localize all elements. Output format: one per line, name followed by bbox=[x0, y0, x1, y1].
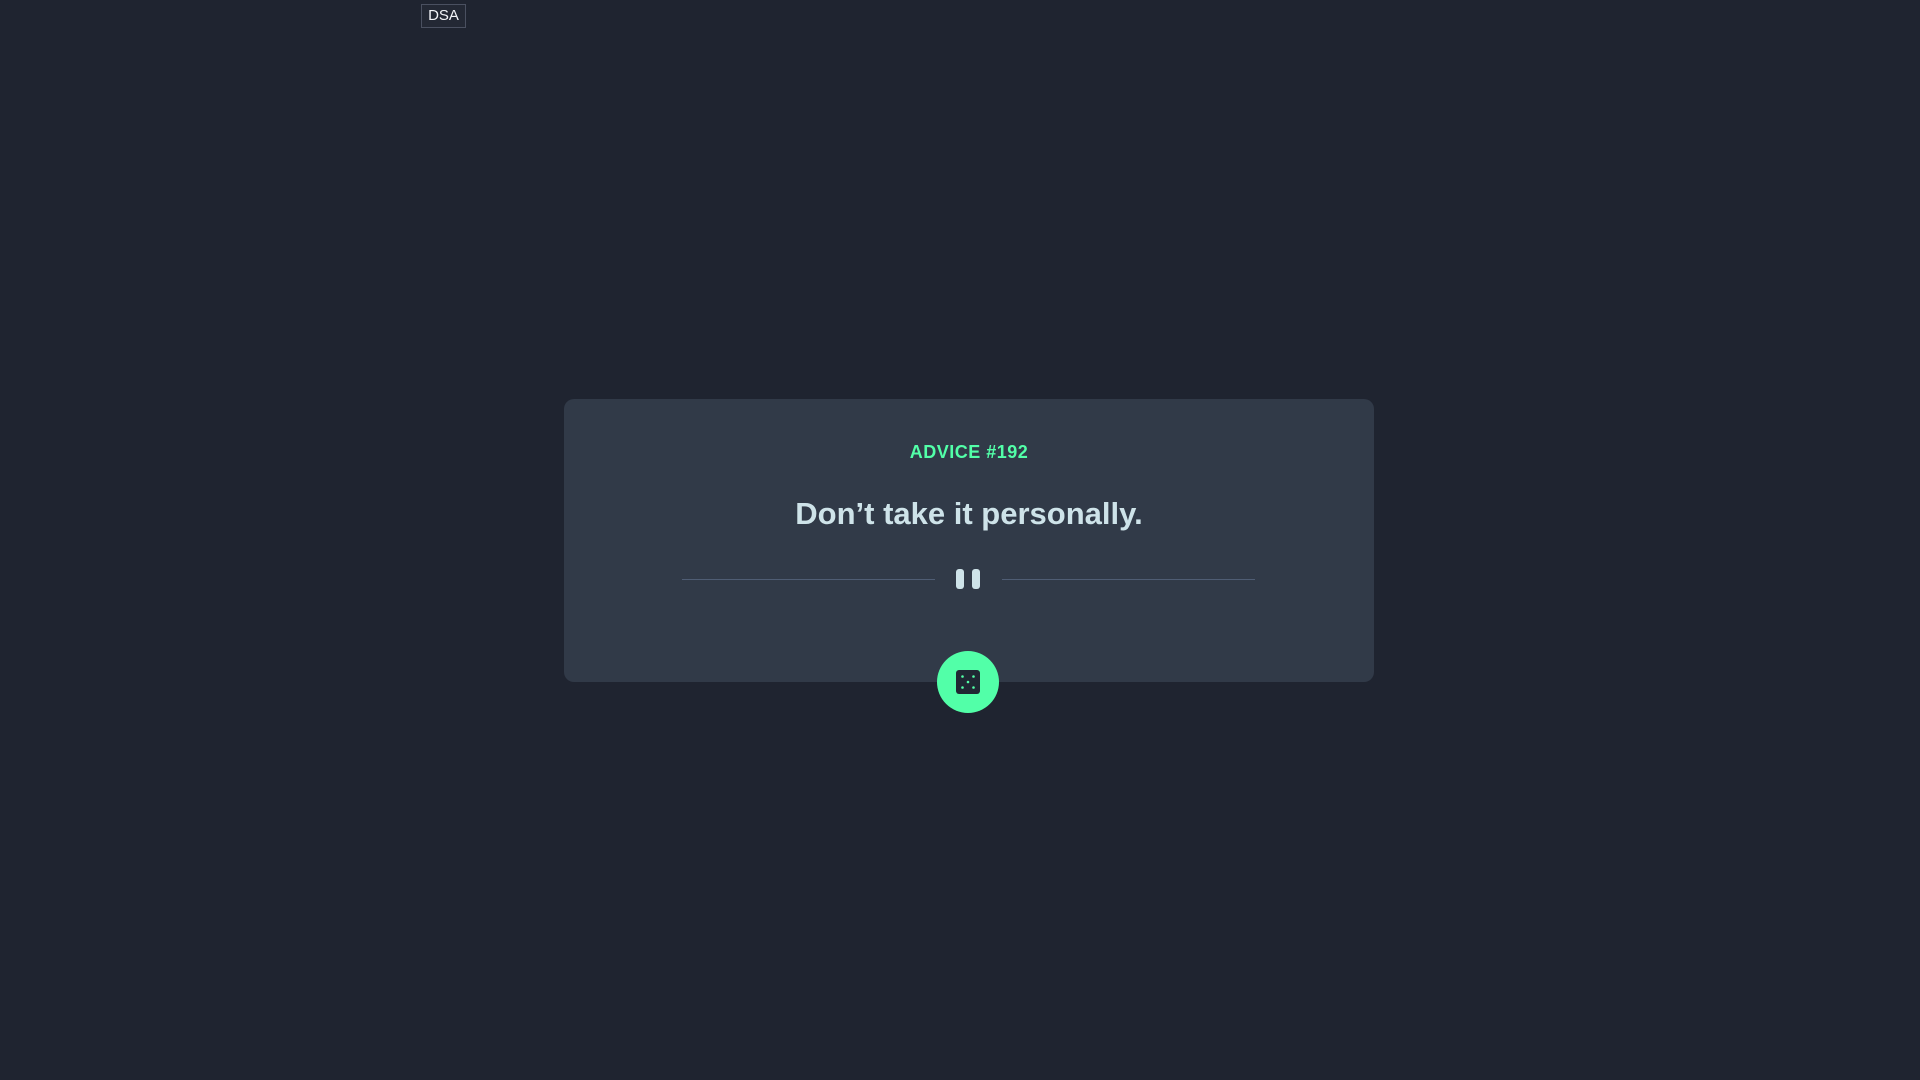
divider-line-right bbox=[1002, 579, 1255, 580]
divider-line-left bbox=[682, 579, 935, 580]
dice-icon bbox=[956, 670, 980, 694]
dsa-badge: DSA bbox=[421, 4, 466, 28]
dice-button[interactable] bbox=[937, 651, 999, 713]
advice-card: ADVICE #192 Don’t take it personally. bbox=[564, 399, 1374, 682]
advice-quote: Don’t take it personally. bbox=[795, 496, 1143, 531]
pause-divider-icon bbox=[954, 569, 984, 590]
advice-id: ADVICE #192 bbox=[909, 442, 1029, 462]
